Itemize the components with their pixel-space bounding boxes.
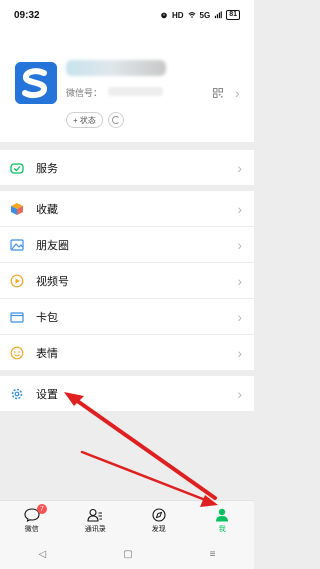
wallet-card-icon xyxy=(10,310,24,324)
chevron-right-icon: › xyxy=(237,200,242,217)
menu-item-wallet[interactable]: 卡包 › xyxy=(0,299,254,334)
avatar-s-logo-icon xyxy=(15,62,57,104)
settings-gear-icon xyxy=(10,387,24,401)
system-nav-bar: ◁ ▢ ≡ xyxy=(0,540,254,569)
menu-item-settings[interactable]: 设置 › xyxy=(0,376,254,411)
menu-label-channels: 视频号 xyxy=(36,275,69,288)
nav-home-icon[interactable]: ▢ xyxy=(123,549,132,560)
tab-label-discover: 发现 xyxy=(151,525,166,533)
tab-me[interactable]: 我 xyxy=(191,501,255,540)
tab-contacts[interactable]: 通讯录 xyxy=(64,501,128,540)
favorites-cube-icon xyxy=(10,202,24,216)
signal-5g-icon: 5G xyxy=(199,10,211,20)
add-status-button[interactable]: + 状态 xyxy=(66,112,103,128)
profile-chevron-icon: › xyxy=(235,85,240,101)
arrow-to-settings xyxy=(74,398,217,500)
menu-item-channels[interactable]: 视频号 › xyxy=(0,263,254,298)
signal-bars-icon xyxy=(215,11,223,19)
tab-label-contacts: 通讯录 xyxy=(84,525,106,533)
chevron-right-icon: › xyxy=(237,344,242,361)
menu-item-services[interactable]: 服务 › xyxy=(0,150,254,185)
stickers-smiley-icon xyxy=(10,346,24,360)
tab-label-me: 我 xyxy=(218,525,226,533)
menu-label-moments: 朋友圈 xyxy=(36,239,69,252)
channels-play-icon xyxy=(10,274,24,288)
menu-label-services: 服务 xyxy=(36,162,58,175)
chevron-right-icon: › xyxy=(237,236,242,253)
status-ring-icon xyxy=(112,116,120,124)
menu-label-favorites: 收藏 xyxy=(36,203,58,216)
menu-item-moments[interactable]: 朋友圈 › xyxy=(0,227,254,262)
nav-back-icon[interactable]: ◁ xyxy=(39,549,47,560)
chevron-right-icon: › xyxy=(237,159,242,176)
wechat-id-label: 微信号： xyxy=(66,88,103,98)
menu-label-stickers: 表情 xyxy=(36,347,58,360)
moments-picture-icon xyxy=(10,238,24,252)
tab-chats[interactable]: 7 微信 xyxy=(0,501,64,540)
status-circle-button[interactable] xyxy=(108,112,124,128)
qr-code-icon[interactable] xyxy=(213,88,223,98)
wechat-id-redacted xyxy=(108,87,163,96)
battery-icon: 81 xyxy=(226,10,240,20)
me-person-icon xyxy=(216,508,229,521)
menu-label-settings: 设置 xyxy=(36,388,58,401)
tab-discover[interactable]: 发现 xyxy=(127,501,191,540)
tab-label-chats: 微信 xyxy=(24,525,39,533)
nickname-redacted xyxy=(66,60,166,76)
alarm-icon xyxy=(161,12,167,19)
hd-icon: HD xyxy=(171,10,184,20)
chevron-right-icon: › xyxy=(237,385,242,402)
chats-unread-badge: 7 xyxy=(37,504,47,514)
chevron-right-icon: › xyxy=(237,308,242,325)
status-icons: HD 5G 81 xyxy=(160,10,240,20)
chevron-right-icon: › xyxy=(237,272,242,289)
arrow-to-me-tab xyxy=(80,450,210,503)
nav-menu-icon[interactable]: ≡ xyxy=(210,549,216,560)
services-icon xyxy=(10,161,24,175)
menu-item-favorites[interactable]: 收藏 › xyxy=(0,191,254,226)
menu-item-stickers[interactable]: 表情 › xyxy=(0,335,254,370)
wifi-icon xyxy=(187,12,196,18)
status-bar: 09:32 HD 5G 81 xyxy=(0,0,254,30)
avatar[interactable] xyxy=(15,62,57,104)
bottom-tab-bar: 7 微信 通讯录 发现 我 xyxy=(0,500,254,540)
menu-label-wallet: 卡包 xyxy=(36,311,58,324)
profile-header[interactable]: 微信号： › + 状态 xyxy=(0,30,254,142)
status-time: 09:32 xyxy=(14,9,40,21)
compass-icon xyxy=(152,507,166,522)
contacts-person-icon xyxy=(87,508,103,522)
